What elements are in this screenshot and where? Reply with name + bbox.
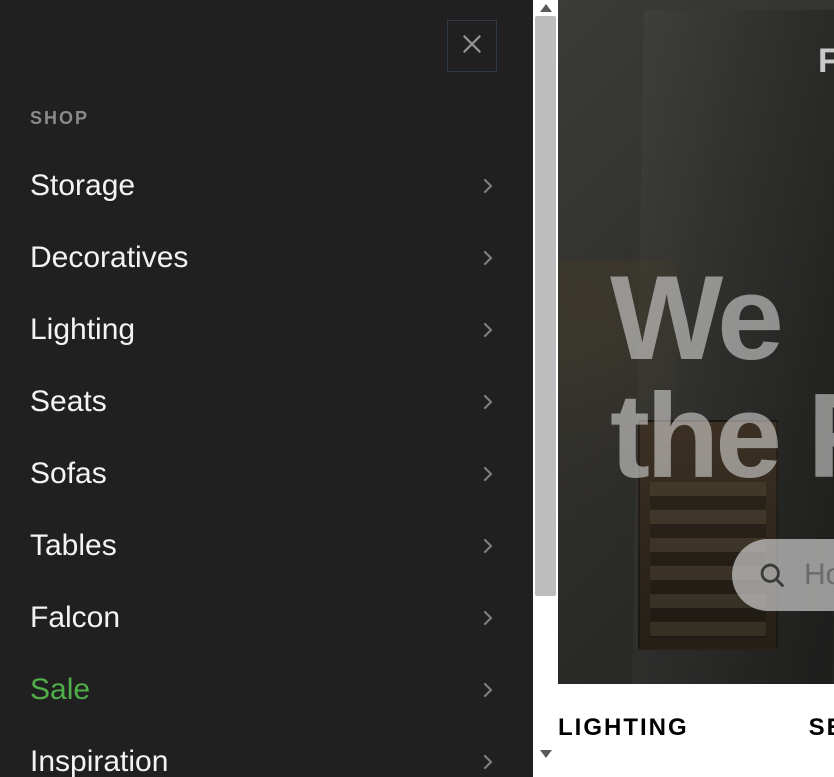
chevron-right-icon xyxy=(479,753,497,771)
category-lighting[interactable]: LIGHTING xyxy=(558,714,689,742)
hero-title: We the Fa xyxy=(610,260,834,495)
chevron-right-icon xyxy=(479,681,497,699)
sidebar-item-label: Tables xyxy=(30,529,117,563)
sidebar-item-label: Seats xyxy=(30,385,107,419)
sidebar-panel: SHOP Storage Decoratives Lighting Seats xyxy=(0,0,533,777)
sidebar-item-label: Inspiration xyxy=(30,745,168,777)
sidebar-item-falcon[interactable]: Falcon xyxy=(30,582,497,654)
category-seats[interactable]: SEATS xyxy=(809,714,834,742)
search-icon xyxy=(758,561,786,589)
brand-initial: F xyxy=(818,42,834,81)
scroll-down-icon[interactable] xyxy=(540,750,552,758)
chevron-right-icon xyxy=(479,609,497,627)
sidebar-item-tables[interactable]: Tables xyxy=(30,510,497,582)
sidebar-item-decoratives[interactable]: Decoratives xyxy=(30,222,497,294)
search-input[interactable]: How xyxy=(732,539,834,611)
chevron-right-icon xyxy=(479,465,497,483)
category-strip: LIGHTING SEATS xyxy=(558,698,834,758)
sidebar-item-label: Lighting xyxy=(30,313,135,347)
chevron-right-icon xyxy=(479,537,497,555)
chevron-right-icon xyxy=(479,249,497,267)
search-placeholder: How xyxy=(804,558,834,592)
scroll-up-icon[interactable] xyxy=(540,4,552,12)
chevron-right-icon xyxy=(479,177,497,195)
hero-title-line-2: the Fa xyxy=(610,378,834,496)
sidebar-item-sofas[interactable]: Sofas xyxy=(30,438,497,510)
close-icon xyxy=(459,31,485,62)
chevron-right-icon xyxy=(479,393,497,411)
scrollbar-thumb[interactable] xyxy=(535,16,556,596)
close-button[interactable] xyxy=(447,20,497,72)
sidebar-item-label: Storage xyxy=(30,169,135,203)
sidebar-item-label: Decoratives xyxy=(30,241,188,275)
sidebar-menu: Storage Decoratives Lighting Seats Sofas xyxy=(30,150,497,777)
sidebar-item-inspiration[interactable]: Inspiration xyxy=(30,726,497,777)
sidebar-item-seats[interactable]: Seats xyxy=(30,366,497,438)
sidebar-section-label: SHOP xyxy=(30,108,89,129)
sidebar-item-lighting[interactable]: Lighting xyxy=(30,294,497,366)
sidebar-item-sale[interactable]: Sale xyxy=(30,654,497,726)
sidebar-item-label: Falcon xyxy=(30,601,120,635)
sidebar-item-storage[interactable]: Storage xyxy=(30,150,497,222)
hero-title-line-1: We xyxy=(610,260,834,378)
sidebar-item-label: Sale xyxy=(30,673,90,707)
chevron-right-icon xyxy=(479,321,497,339)
sidebar-item-label: Sofas xyxy=(30,457,107,491)
